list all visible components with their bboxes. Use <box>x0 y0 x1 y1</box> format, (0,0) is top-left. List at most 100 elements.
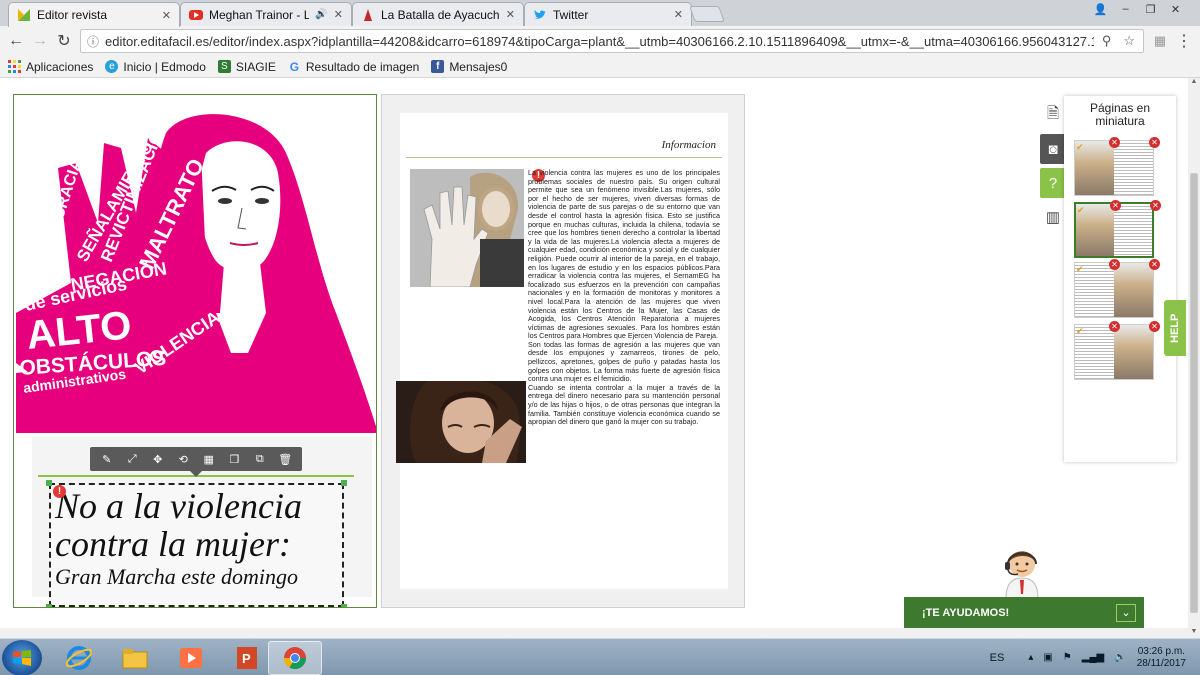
start-button[interactable] <box>2 640 42 675</box>
back-button[interactable]: ← <box>6 31 26 51</box>
delete-page-icon[interactable]: ✕ <box>1109 259 1120 270</box>
bookmark-aplicaciones[interactable]: Aplicaciones <box>8 60 93 74</box>
paste-icon[interactable]: ⧉ <box>250 453 270 466</box>
camera-icon[interactable]: ◙ <box>1040 134 1066 164</box>
bookmark-star-icon[interactable]: ☆ <box>1123 33 1135 49</box>
cover-illustration[interactable]: BUROCRACIA SEÑALAMIENTO REVICTIMIZACIÓN … <box>16 113 376 433</box>
delete-page-icon[interactable]: ✕ <box>1109 321 1120 332</box>
tab-meghan-trainor[interactable]: Meghan Trainor - Lips 🔊 ✕ <box>180 2 352 26</box>
align-icon[interactable]: ▦ <box>199 453 219 466</box>
minimize-icon[interactable]: – <box>1113 0 1138 18</box>
resize-icon[interactable]: ⤢ <box>122 453 142 466</box>
menu-icon[interactable]: ⋮ <box>1174 31 1194 51</box>
clock-date: 28/11/2017 <box>1136 657 1186 669</box>
ayacucho-favicon <box>361 8 375 22</box>
language-indicator[interactable]: ES <box>990 652 1005 664</box>
page-content[interactable]: Informacion ! La violencia contra las mu… <box>396 113 728 589</box>
stop-hand-photo <box>410 169 524 287</box>
thumbnail-page-4[interactable]: ✔ ✕ ✕ <box>1074 321 1160 380</box>
info-icon[interactable]: ⓘ <box>87 33 99 50</box>
window-controls: 👤 – ❐ ✕ <box>1088 0 1188 18</box>
close-window-icon[interactable]: ✕ <box>1163 0 1188 18</box>
profile-icon[interactable]: 👤 <box>1088 0 1113 18</box>
help-question-icon[interactable]: ? <box>1040 168 1066 198</box>
warning-icon[interactable]: ! <box>53 485 66 498</box>
resize-handle[interactable] <box>46 604 52 607</box>
scroll-down-icon[interactable]: ▼ <box>1188 628 1200 638</box>
cover-subheadline[interactable]: Gran Marcha este domingo <box>55 565 338 589</box>
tray-up-arrow-icon[interactable]: ▴ <box>1028 652 1033 663</box>
photo-stop-hand[interactable] <box>410 169 524 287</box>
help-tab[interactable]: HELP <box>1164 300 1186 356</box>
thumbnail-page-1[interactable]: ✔ ✕ ✕ <box>1074 137 1160 196</box>
move-icon[interactable]: ✥ <box>148 453 168 466</box>
bookmark-siagie[interactable]: S SIAGIE <box>217 60 276 74</box>
tab-close-icon[interactable]: ✕ <box>506 8 515 21</box>
reload-button[interactable]: ↻ <box>54 31 74 51</box>
chrome-icon[interactable] <box>268 641 322 675</box>
bookmark-resultado-imagen[interactable]: G Resultado de imagen <box>288 59 420 74</box>
resize-handle[interactable] <box>341 480 347 486</box>
copy-icon[interactable]: ❐ <box>224 453 244 466</box>
chevron-down-icon[interactable]: ⌄ <box>1116 603 1136 622</box>
article-body[interactable]: La violencia contra las mujeres es uno d… <box>528 169 720 569</box>
delete-page-icon[interactable]: ✕ <box>1149 259 1160 270</box>
url-text[interactable]: editor.editafacil.es/editor/index.aspx?i… <box>105 34 1094 49</box>
thumbnail-right <box>1114 204 1152 256</box>
cover-page[interactable]: BUROCRACIA SEÑALAMIENTO REVICTIMIZACIÓN … <box>13 94 377 608</box>
scroll-thumb[interactable] <box>1190 173 1198 613</box>
cover-headline[interactable]: No a la violencia contra la mujer: <box>55 487 338 563</box>
forward-button[interactable]: → <box>30 31 50 51</box>
thumbnail-page-3[interactable]: ✔ ✕ ✕ <box>1074 259 1160 318</box>
powerpoint-icon[interactable]: P <box>220 641 274 675</box>
horizontal-scrollbar[interactable] <box>0 628 1188 638</box>
tab-close-icon[interactable]: ✕ <box>334 8 343 21</box>
delete-page-icon[interactable]: ✕ <box>1150 200 1161 211</box>
headline-textbox[interactable]: No a la violencia contra la mujer: Gran … <box>49 483 344 607</box>
photo-sad-woman[interactable] <box>396 381 526 463</box>
new-tab-button[interactable] <box>689 6 725 22</box>
tab-twitter[interactable]: Twitter ✕ <box>524 2 692 26</box>
signal-icon[interactable]: ▂▄▆ <box>1082 652 1104 663</box>
section-title[interactable]: Informacion <box>662 139 716 151</box>
delete-page-icon[interactable]: ✕ <box>1149 137 1160 148</box>
tab-batalla-ayacucho[interactable]: La Batalla de Ayacucho | ✕ <box>352 2 524 26</box>
tab-close-icon[interactable]: ✕ <box>162 9 171 22</box>
delete-page-icon[interactable]: ✕ <box>1110 200 1121 211</box>
bookmark-label: Resultado de imagen <box>305 59 420 74</box>
check-icon: ✔ <box>1076 264 1084 274</box>
edit-icon[interactable]: ✎ <box>97 453 117 466</box>
volume-icon[interactable]: 🔈 <box>1114 652 1126 663</box>
apps-grid-icon <box>8 60 21 73</box>
media-player-icon[interactable] <box>164 641 218 675</box>
bookmark-edmodo[interactable]: e Inicio | Edmodo <box>105 60 206 74</box>
address-bar[interactable]: ⓘ editor.editafacil.es/editor/index.aspx… <box>80 29 1144 53</box>
file-explorer-icon[interactable] <box>108 641 162 675</box>
support-agent-avatar[interactable] <box>1000 544 1044 599</box>
scroll-up-icon[interactable]: ▲ <box>1188 78 1200 88</box>
link-icon[interactable]: ⟲ <box>173 453 193 466</box>
thumbnail-page-2[interactable]: ✔ ✕ ✕ <box>1074 200 1161 258</box>
extension-icon[interactable]: ▦ <box>1150 31 1170 51</box>
vertical-scrollbar[interactable]: ▲ ▼ <box>1188 78 1200 638</box>
flag-icon[interactable]: ⚑ <box>1063 652 1072 663</box>
chat-help-bar[interactable]: ¡TE AYUDAMOS! ⌄ <box>904 597 1144 628</box>
zoom-icon[interactable]: ⚲ <box>1102 33 1112 49</box>
delete-page-icon[interactable]: ✕ <box>1149 321 1160 332</box>
tab-close-icon[interactable]: ✕ <box>674 8 683 21</box>
restore-icon[interactable]: ❐ <box>1138 0 1163 18</box>
bookmark-mensajes[interactable]: f Mensajes0 <box>431 60 507 74</box>
internet-explorer-icon[interactable] <box>52 641 106 675</box>
layout-icon[interactable]: ▥ <box>1040 202 1066 232</box>
pages-icon[interactable]: 🗎 <box>1040 100 1066 130</box>
clock[interactable]: 03:26 p.m. 28/11/2017 <box>1137 646 1186 670</box>
windows-taskbar: P ES ▴ ▣ ⚑ ▂▄▆ 🔈 03:26 p.m. 28/11/2017 <box>0 638 1200 675</box>
audio-playing-icon[interactable]: 🔊 <box>315 9 327 20</box>
delete-page-icon[interactable]: ✕ <box>1109 137 1120 148</box>
delete-icon[interactable]: 🗑 <box>275 453 295 466</box>
network-error-icon[interactable]: ▣ <box>1043 652 1052 663</box>
resize-handle[interactable] <box>341 604 347 607</box>
tab-editor-revista[interactable]: Editor revista ✕ <box>8 2 180 27</box>
woman-wordcloud-illustration: BUROCRACIA SEÑALAMIENTO REVICTIMIZACIÓN … <box>16 114 376 433</box>
resize-handle[interactable] <box>46 480 52 486</box>
